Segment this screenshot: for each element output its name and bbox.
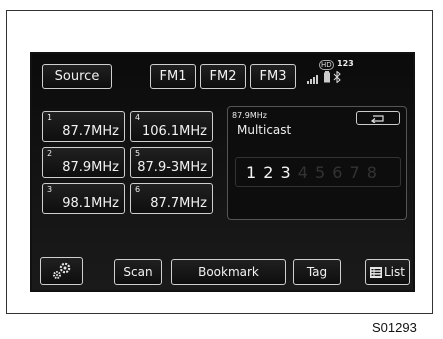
preset-number: 4 [135, 113, 141, 122]
bookmark-button[interactable]: Bookmark [171, 259, 286, 285]
bluetooth-icon [333, 71, 341, 83]
preset-number: 2 [47, 149, 53, 158]
source-button[interactable]: Source [42, 64, 112, 89]
list-label: List [384, 265, 405, 279]
preset-frequency: 87.7MHz [62, 124, 119, 139]
figure-code: S01293 [372, 320, 417, 335]
preset-number: 1 [47, 113, 53, 122]
list-icon [370, 266, 382, 278]
hd-radio-icon: HD [319, 60, 334, 70]
signal-bars-icon [307, 75, 318, 84]
station-type: Multicast [237, 123, 292, 137]
preset-number: 6 [135, 185, 141, 194]
station-info-panel: 87.9MHz Multicast 1 2 3 4 5 6 7 8 [227, 106, 407, 220]
scan-button[interactable]: Scan [114, 259, 162, 285]
preset-frequency: 87.9-3MHz [137, 160, 207, 175]
tag-button[interactable]: Tag [293, 259, 341, 285]
multicast-channel-selector[interactable]: 1 2 3 4 5 6 7 8 [235, 157, 401, 187]
inactive-channels: 4 5 6 7 8 [297, 162, 378, 182]
station-frequency: 87.9MHz [232, 111, 267, 120]
settings-button[interactable] [40, 257, 83, 285]
preset-button-4[interactable]: 4 106.1MHz [130, 111, 213, 142]
active-channels: 1 2 3 [246, 162, 292, 182]
preset-button-3[interactable]: 3 98.1MHz [42, 183, 125, 214]
preset-frequency: 87.7MHz [150, 196, 207, 211]
preset-button-1[interactable]: 1 87.7MHz [42, 111, 125, 142]
hd-channel-text: 123 [337, 59, 354, 68]
preset-frequency: 87.9MHz [62, 160, 119, 175]
return-icon [370, 114, 384, 123]
status-area: HD 123 [307, 59, 367, 86]
preset-number: 5 [135, 149, 141, 158]
band-fm3-button[interactable]: FM3 [250, 64, 296, 89]
preset-button-5[interactable]: 5 87.9-3MHz [130, 147, 213, 178]
list-button[interactable]: List [365, 259, 410, 285]
preset-button-6[interactable]: 6 87.7MHz [130, 183, 213, 214]
preset-frequency: 98.1MHz [62, 196, 119, 211]
head-unit-screen: Source FM1 FM2 FM3 HD 123 1 87.7MHz 4 10… [30, 52, 415, 292]
preset-number: 3 [47, 185, 53, 194]
battery-icon [324, 71, 330, 83]
gear-icon [52, 262, 70, 279]
return-button[interactable] [356, 111, 400, 125]
preset-button-2[interactable]: 2 87.9MHz [42, 147, 125, 178]
preset-frequency: 106.1MHz [141, 124, 207, 139]
band-fm2-button[interactable]: FM2 [200, 64, 246, 89]
band-fm1-button[interactable]: FM1 [150, 64, 196, 89]
